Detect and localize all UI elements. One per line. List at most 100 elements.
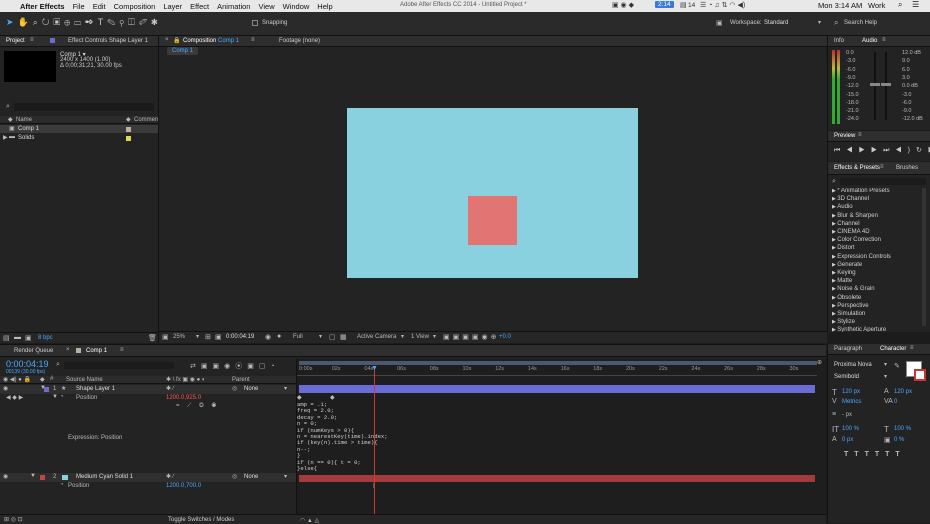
font-style-select[interactable]: Semibold [834,374,859,380]
visibility-eye-icon[interactable]: ◉ [3,473,8,480]
first-frame-icon[interactable]: ⏮ [834,147,846,154]
effect-category[interactable]: ▶ Expression Controls [832,254,891,260]
close-icon[interactable]: × [165,37,169,43]
menu-composition[interactable]: Composition [114,2,156,11]
position-value[interactable]: 1200.0,700.0 [166,483,201,489]
tab-effect-controls[interactable]: Effect Controls Shape Layer 1 [68,38,148,44]
play-icon[interactable]: ▶ [859,147,871,154]
puppet-tool-icon[interactable]: ✱ [151,17,162,27]
effect-category[interactable]: ▶ Channel [832,221,860,227]
eyedropper-icon[interactable]: ✎ [894,362,900,370]
notification-center-icon[interactable]: ☰ [912,0,919,9]
tab-preview[interactable]: Preview [834,133,855,139]
position-value[interactable]: 1200.0,925.0 [166,395,201,401]
menu-file[interactable]: File [73,2,85,11]
effects-scrollbar[interactable] [922,188,926,326]
exposure-value[interactable]: +0.0 [499,334,511,340]
effect-category[interactable]: ▶ * Animation Presets [832,188,890,194]
effect-category[interactable]: ▶ Stylize [832,319,855,325]
panel-menu-icon[interactable]: ≡ [880,164,884,170]
time-indicator-head[interactable]: ▼ [371,365,378,372]
clone-tool-icon[interactable]: ⚲ [119,17,127,27]
disclosure-triangle-icon[interactable]: ▼ [30,473,36,479]
app-menu[interactable]: After Effects [20,2,65,11]
audio-slider-thumb[interactable] [881,83,891,86]
layer-row-shape[interactable]: ◉ ▼ 1 ★ Shape Layer 1 ✱ ⁄ ◎ None ▾ [0,385,296,394]
superscript-icon[interactable]: T [885,451,895,458]
subscript-icon[interactable]: T [895,451,905,458]
kerning-value[interactable]: Metrics [842,399,861,405]
parent-pickwhip-icon[interactable]: ◎ [232,473,237,480]
panel-menu-icon[interactable]: ≡ [882,37,886,43]
tab-character[interactable]: Character [880,346,906,352]
stopwatch-icon[interactable]: ◔ [60,394,64,400]
project-item-solids[interactable]: ▶ ▬ Solids [0,134,158,142]
faux-bold-icon[interactable]: T [844,451,854,458]
zoom-select[interactable]: 25% [173,334,185,340]
transparency-grid-icon[interactable]: ▦ [340,333,347,341]
panel-menu-icon[interactable]: ≡ [120,347,124,353]
effect-category[interactable]: ▶ Audio [832,204,853,210]
effect-category[interactable]: ▶ Blur & Sharpen [832,213,878,219]
effect-category[interactable]: ▶ Perspective [832,303,869,309]
hand-tool-icon[interactable]: ✋ [18,17,33,27]
always-preview-icon[interactable]: ▣ [162,333,169,341]
effect-category[interactable]: ▶ Generate [832,262,862,268]
eraser-tool-icon[interactable]: ◫ [128,17,139,27]
new-comp-icon[interactable]: ▣ [25,334,32,342]
project-item-comp1[interactable]: ▣ Comp 1 [0,125,158,133]
menu-layer[interactable]: Layer [163,2,182,11]
layer-duration-bar-solid[interactable] [299,475,815,482]
comp-flowchart-icon[interactable]: ⊕ [817,359,822,366]
bpc-button[interactable]: 8 bpc [38,335,53,341]
brush-tool-icon[interactable]: ✎ [107,17,119,27]
tab-timeline-comp[interactable]: Comp 1 [86,348,107,354]
expression-controls[interactable]: = ⟋ ◎ ◉ [176,403,219,410]
layer-parent-select[interactable]: None [244,474,258,480]
grid-icon[interactable]: ▣ [215,333,222,341]
position-property-row[interactable]: ◔ Position 1200.0,700.0 [0,482,296,490]
pan-behind-tool-icon[interactable]: ⊕ [64,17,74,27]
panel-menu-icon[interactable]: ≡ [910,345,914,351]
layer-name[interactable]: Medium Cyan Solid 1 [76,474,133,480]
view-layout-select[interactable]: 1 View [411,334,429,340]
expression-editor[interactable]: amp = .1; freq = 2.0; decay = 2.0; n = 0; if… [297,401,497,471]
shape-layer-square[interactable] [468,196,517,245]
effect-category[interactable]: ▶ Obsolete [832,295,861,301]
position-property-row[interactable]: ◀ ◆ ▶ ▼ ◔ Position 1200.0,925.0 [0,394,296,402]
snapping-checkbox[interactable] [252,20,258,26]
layer-row-solid[interactable]: ◉ ▼ 2 Medium Cyan Solid 1 ✱ ⁄ ◎ None ▾ [0,473,296,482]
tab-render-queue[interactable]: Render Queue [14,348,53,354]
menu-animation[interactable]: Animation [217,2,250,11]
safe-zones-icon[interactable]: ⊞ [205,333,211,341]
tab-composition[interactable]: Composition Comp 1 [183,38,239,44]
panel-menu-icon[interactable]: ≡ [251,37,255,43]
effects-search-input[interactable] [840,178,926,185]
vert-scale-value[interactable]: 100 % [842,426,859,432]
effect-category[interactable]: ▶ Color Correction [832,237,881,243]
menu-window[interactable]: Window [283,2,310,11]
tsume-value[interactable]: 0 % [894,437,904,443]
layer-duration-bar-shape[interactable] [299,385,815,393]
user-menu[interactable]: Work [868,1,885,10]
tab-audio[interactable]: Audio [862,38,877,44]
effect-category[interactable]: ▶ CINEMA 4D [832,229,870,235]
tab-brushes[interactable]: Brushes [896,165,918,171]
trash-icon[interactable]: 🗑 [148,334,157,342]
small-caps-icon[interactable]: T [875,451,885,458]
rotate-tool-icon[interactable]: ↻ [42,17,54,27]
visibility-eye-icon[interactable]: ◉ [3,385,8,392]
toggle-switches-modes[interactable]: Toggle Switches / Modes [168,517,234,523]
timeline-search-input[interactable] [64,362,174,369]
leading-value[interactable]: 120 px [894,389,912,395]
timeline-switch-icons[interactable]: ⇄▣▣◉⦿▣▢◔ [190,361,280,371]
effect-category[interactable]: ▶ Distort [832,245,855,251]
layer-switch-icons[interactable]: ✱ ⁄ [166,473,174,480]
disclosure-triangle-icon[interactable]: ▶ [3,134,8,141]
layer-parent-select[interactable]: None [244,386,258,392]
time-indicator-line[interactable] [374,367,375,514]
pen-tool-icon[interactable]: ✒ [85,17,98,27]
effect-category[interactable]: ▶ Keying [832,270,856,276]
prev-frame-icon[interactable]: ◀ [846,147,858,154]
region-of-interest-icon[interactable]: ▢ [329,333,336,341]
